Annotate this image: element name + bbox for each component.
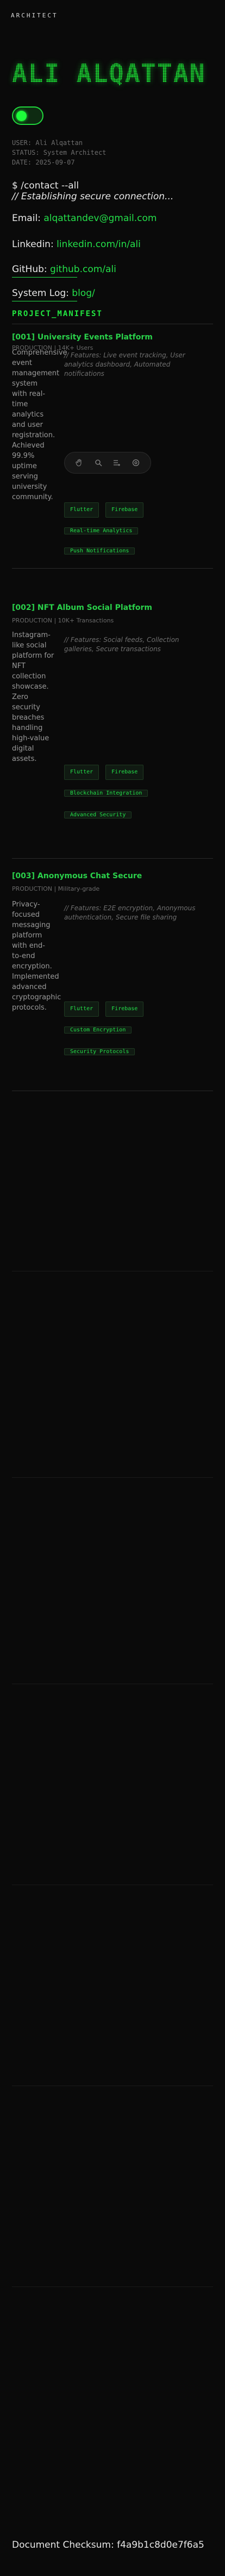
tech-chip[interactable]: Blockchain Integration bbox=[64, 790, 148, 797]
top-bar: ARCHITECT bbox=[0, 0, 225, 30]
project-tag: PRODUCTION | 10K+ Transactions bbox=[12, 617, 114, 624]
hero-title: ALI ALQATTAN bbox=[12, 59, 218, 89]
project-divider bbox=[12, 568, 213, 569]
profile-status: STATUS: System Architect bbox=[12, 149, 107, 156]
tech-chip[interactable]: Real-time Analytics bbox=[64, 527, 139, 534]
chip-row-1b: Real-time Analytics bbox=[64, 524, 139, 538]
search-icon[interactable] bbox=[93, 457, 104, 468]
tech-chip[interactable]: Firebase bbox=[105, 1002, 144, 1017]
chip-row-2a: Flutter Firebase bbox=[64, 765, 144, 780]
profile-date: DATE: 2025-09-07 bbox=[12, 159, 75, 166]
settings-icon[interactable] bbox=[130, 457, 141, 468]
profile-user: USER: Ali Alqattan bbox=[12, 139, 83, 147]
project-features: // Features: Social feeds, Collection ga… bbox=[64, 636, 179, 653]
tech-chip[interactable]: Custom Encryption bbox=[64, 1026, 132, 1034]
tech-chip[interactable]: Flutter bbox=[64, 1002, 99, 1017]
floating-toolbar bbox=[64, 452, 151, 474]
project-description: Privacy-focused messaging platform with … bbox=[12, 900, 61, 1012]
project-features: // Features: Live event tracking, User a… bbox=[64, 351, 185, 377]
project-tag: PRODUCTION | Military-grade bbox=[12, 885, 100, 892]
tech-chip[interactable]: Push Notifications bbox=[64, 547, 135, 555]
project-description: Instagram-like social platform for NFT c… bbox=[12, 631, 54, 763]
theme-toggle[interactable] bbox=[12, 106, 43, 125]
tech-chip[interactable]: Flutter bbox=[64, 765, 99, 780]
hand-icon[interactable] bbox=[74, 457, 85, 468]
chip-row-2b: Blockchain Integration bbox=[64, 786, 148, 801]
email-label: Email: bbox=[12, 213, 41, 224]
tech-chip[interactable]: Security Protocols bbox=[64, 1048, 135, 1055]
chip-row-3a: Flutter Firebase bbox=[64, 1002, 144, 1017]
tech-chip[interactable]: Flutter bbox=[64, 502, 99, 518]
github-link[interactable]: github.com/ali bbox=[50, 264, 116, 275]
linkedin-label: Linkedin: bbox=[12, 239, 54, 250]
chip-row-3c: Security Protocols bbox=[64, 1045, 135, 1059]
email-link[interactable]: alqattandev@gmail.com bbox=[43, 213, 157, 224]
list-icon[interactable] bbox=[111, 457, 122, 468]
contact-syslog: System Log: blog/ bbox=[12, 288, 95, 299]
terminal-command: $ /contact --all bbox=[12, 180, 79, 191]
toggle-knob bbox=[16, 111, 27, 121]
document-checksum: Document Checksum: f4a9b1c8d0e7f6a5 bbox=[12, 2540, 204, 2550]
terminal-comment: // Establishing secure connection... bbox=[12, 191, 174, 202]
tech-chip[interactable]: Advanced Security bbox=[64, 811, 132, 818]
project-title[interactable]: [001] University Events Platform bbox=[12, 333, 153, 342]
syslog-label: System Log: bbox=[12, 288, 69, 299]
linkedin-link[interactable]: linkedin.com/in/ali bbox=[57, 239, 141, 250]
brand-label[interactable]: ARCHITECT bbox=[11, 12, 58, 19]
chip-row-1a: Flutter Firebase bbox=[64, 502, 144, 518]
project-title[interactable]: [002] NFT Album Social Platform bbox=[12, 603, 152, 612]
project-features: // Features: E2E encryption, Anonymous a… bbox=[64, 904, 196, 921]
contact-email: Email: alqattandev@gmail.com bbox=[12, 213, 157, 224]
project-description: Comprehensive event management system wi… bbox=[12, 349, 67, 501]
manifest-title: PROJECT_MANIFEST bbox=[12, 310, 103, 318]
chip-row-1c: Push Notifications bbox=[64, 544, 135, 558]
hero-title-text: ALI ALQATTAN bbox=[12, 59, 206, 88]
syslog-link[interactable]: blog/ bbox=[72, 288, 95, 299]
project-title[interactable]: [003] Anonymous Chat Secure bbox=[12, 872, 142, 880]
contact-linkedin: Linkedin: linkedin.com/in/ali bbox=[12, 239, 141, 250]
project-card-3: [003] Anonymous Chat Secure bbox=[12, 870, 218, 880]
chip-row-2c: Advanced Security bbox=[64, 808, 132, 822]
chip-row-3b: Custom Encryption bbox=[64, 1023, 132, 1037]
project-divider bbox=[12, 858, 213, 859]
github-underline bbox=[12, 277, 77, 278]
project-card-2: [002] NFT Album Social Platform bbox=[12, 602, 218, 612]
section-divider bbox=[12, 1477, 213, 1478]
tech-chip[interactable]: Firebase bbox=[105, 765, 144, 780]
github-label: GitHub: bbox=[12, 264, 47, 275]
contact-github: GitHub: github.com/ali bbox=[12, 264, 116, 275]
tech-chip[interactable]: Firebase bbox=[105, 502, 144, 518]
